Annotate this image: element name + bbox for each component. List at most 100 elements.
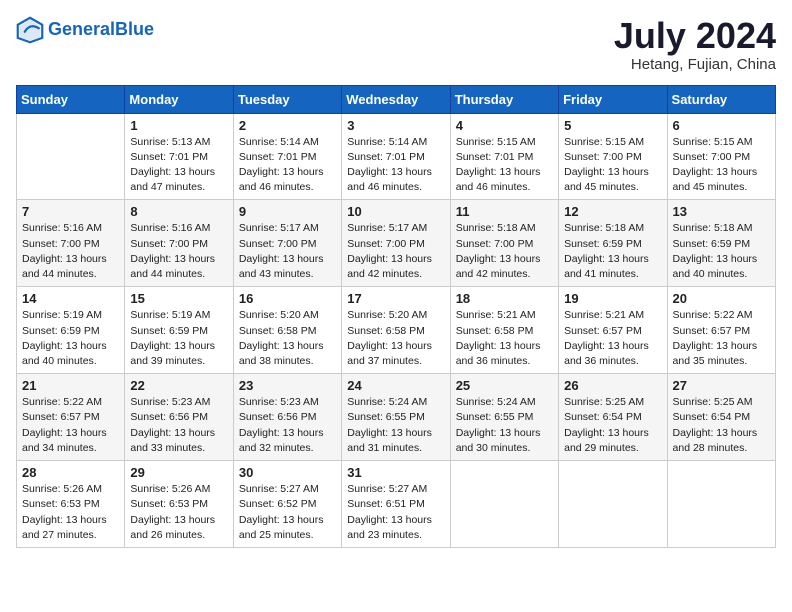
calendar-cell <box>450 461 558 548</box>
day-detail: Sunrise: 5:21 AMSunset: 6:58 PMDaylight:… <box>456 308 553 369</box>
calendar-cell: 3 Sunrise: 5:14 AMSunset: 7:01 PMDaylight… <box>342 113 450 200</box>
col-header-friday: Friday <box>559 85 667 113</box>
col-header-wednesday: Wednesday <box>342 85 450 113</box>
day-number: 21 <box>22 378 119 393</box>
logo-text-block: GeneralBlue <box>48 20 154 40</box>
calendar-week-row: 1 Sunrise: 5:13 AMSunset: 7:01 PMDaylight… <box>17 113 776 200</box>
calendar-cell: 17 Sunrise: 5:20 AMSunset: 6:58 PMDayligh… <box>342 287 450 374</box>
day-detail: Sunrise: 5:22 AMSunset: 6:57 PMDaylight:… <box>673 308 770 369</box>
day-detail: Sunrise: 5:24 AMSunset: 6:55 PMDaylight:… <box>347 395 444 456</box>
day-number: 27 <box>673 378 770 393</box>
day-detail: Sunrise: 5:17 AMSunset: 7:00 PMDaylight:… <box>347 221 444 282</box>
calendar-cell: 12 Sunrise: 5:18 AMSunset: 6:59 PMDayligh… <box>559 200 667 287</box>
day-detail: Sunrise: 5:14 AMSunset: 7:01 PMDaylight:… <box>347 135 444 196</box>
calendar-cell: 31 Sunrise: 5:27 AMSunset: 6:51 PMDayligh… <box>342 461 450 548</box>
day-number: 24 <box>347 378 444 393</box>
day-detail: Sunrise: 5:23 AMSunset: 6:56 PMDaylight:… <box>239 395 336 456</box>
day-detail: Sunrise: 5:25 AMSunset: 6:54 PMDaylight:… <box>564 395 661 456</box>
day-number: 5 <box>564 118 661 133</box>
calendar-cell: 14 Sunrise: 5:19 AMSunset: 6:59 PMDayligh… <box>17 287 125 374</box>
calendar-cell: 22 Sunrise: 5:23 AMSunset: 6:56 PMDayligh… <box>125 374 233 461</box>
calendar-cell: 15Sunrise: 5:19 AMSunset: 6:59 PMDayligh… <box>125 287 233 374</box>
day-detail: Sunrise: 5:16 AMSunset: 7:00 PMDaylight:… <box>22 221 119 282</box>
day-detail: Sunrise: 5:25 AMSunset: 6:54 PMDaylight:… <box>673 395 770 456</box>
col-header-saturday: Saturday <box>667 85 775 113</box>
calendar-cell: 28 Sunrise: 5:26 AMSunset: 6:53 PMDayligh… <box>17 461 125 548</box>
day-number: 6 <box>673 118 770 133</box>
calendar-cell: 4Sunrise: 5:15 AMSunset: 7:01 PMDaylight… <box>450 113 558 200</box>
calendar-week-row: 28 Sunrise: 5:26 AMSunset: 6:53 PMDayligh… <box>17 461 776 548</box>
day-number: 1 <box>130 118 227 133</box>
day-number: 3 <box>347 118 444 133</box>
day-detail: Sunrise: 5:27 AMSunset: 6:51 PMDaylight:… <box>347 482 444 543</box>
day-detail: Sunrise: 5:14 AMSunset: 7:01 PMDaylight:… <box>239 135 336 196</box>
day-number: 28 <box>22 465 119 480</box>
title-block: July 2024 Hetang, Fujian, China <box>614 16 776 73</box>
day-detail: Sunrise: 5:13 AMSunset: 7:01 PMDaylight:… <box>130 135 227 196</box>
day-detail: Sunrise: 5:23 AMSunset: 6:56 PMDaylight:… <box>130 395 227 456</box>
day-detail: Sunrise: 5:15 AMSunset: 7:01 PMDaylight:… <box>456 135 553 196</box>
calendar-cell <box>17 113 125 200</box>
logo-blue: Blue <box>115 19 154 39</box>
page-header: GeneralBlue July 2024 Hetang, Fujian, Ch… <box>16 16 776 73</box>
calendar-cell: 9Sunrise: 5:17 AMSunset: 7:00 PMDaylight… <box>233 200 341 287</box>
calendar-cell: 2 Sunrise: 5:14 AMSunset: 7:01 PMDaylight… <box>233 113 341 200</box>
day-detail: Sunrise: 5:26 AMSunset: 6:53 PMDaylight:… <box>22 482 119 543</box>
month-year-title: July 2024 <box>614 16 776 56</box>
logo-general: General <box>48 19 115 39</box>
day-detail: Sunrise: 5:18 AMSunset: 6:59 PMDaylight:… <box>564 221 661 282</box>
day-number: 31 <box>347 465 444 480</box>
day-number: 9 <box>239 204 336 219</box>
day-detail: Sunrise: 5:19 AMSunset: 6:59 PMDaylight:… <box>22 308 119 369</box>
calendar-week-row: 14 Sunrise: 5:19 AMSunset: 6:59 PMDayligh… <box>17 287 776 374</box>
day-detail: Sunrise: 5:24 AMSunset: 6:55 PMDaylight:… <box>456 395 553 456</box>
calendar-cell: 6Sunrise: 5:15 AMSunset: 7:00 PMDaylight… <box>667 113 775 200</box>
calendar-cell: 16 Sunrise: 5:20 AMSunset: 6:58 PMDayligh… <box>233 287 341 374</box>
calendar-cell: 21 Sunrise: 5:22 AMSunset: 6:57 PMDayligh… <box>17 374 125 461</box>
col-header-sunday: Sunday <box>17 85 125 113</box>
day-number: 14 <box>22 291 119 306</box>
calendar-week-row: 7 Sunrise: 5:16 AMSunset: 7:00 PMDaylight… <box>17 200 776 287</box>
day-number: 17 <box>347 291 444 306</box>
day-number: 18 <box>456 291 553 306</box>
calendar-cell: 25 Sunrise: 5:24 AMSunset: 6:55 PMDayligh… <box>450 374 558 461</box>
calendar-cell: 11 Sunrise: 5:18 AMSunset: 7:00 PMDayligh… <box>450 200 558 287</box>
day-number: 11 <box>456 204 553 219</box>
day-number: 16 <box>239 291 336 306</box>
calendar-cell: 7 Sunrise: 5:16 AMSunset: 7:00 PMDaylight… <box>17 200 125 287</box>
calendar-cell: 27 Sunrise: 5:25 AMSunset: 6:54 PMDayligh… <box>667 374 775 461</box>
calendar-cell: 10 Sunrise: 5:17 AMSunset: 7:00 PMDayligh… <box>342 200 450 287</box>
day-detail: Sunrise: 5:16 AMSunset: 7:00 PMDaylight:… <box>130 221 227 282</box>
calendar-cell: 19Sunrise: 5:21 AMSunset: 6:57 PMDayligh… <box>559 287 667 374</box>
day-number: 7 <box>22 204 119 219</box>
day-number: 20 <box>673 291 770 306</box>
day-number: 30 <box>239 465 336 480</box>
calendar-header-row: SundayMondayTuesdayWednesdayThursdayFrid… <box>17 85 776 113</box>
day-detail: Sunrise: 5:20 AMSunset: 6:58 PMDaylight:… <box>239 308 336 369</box>
day-number: 8 <box>130 204 227 219</box>
day-number: 12 <box>564 204 661 219</box>
logo: GeneralBlue <box>16 16 154 44</box>
day-detail: Sunrise: 5:20 AMSunset: 6:58 PMDaylight:… <box>347 308 444 369</box>
calendar-cell: 23Sunrise: 5:23 AMSunset: 6:56 PMDayligh… <box>233 374 341 461</box>
day-detail: Sunrise: 5:26 AMSunset: 6:53 PMDaylight:… <box>130 482 227 543</box>
calendar-cell <box>559 461 667 548</box>
calendar-cell: 26Sunrise: 5:25 AMSunset: 6:54 PMDayligh… <box>559 374 667 461</box>
calendar-cell <box>667 461 775 548</box>
calendar-cell: 30Sunrise: 5:27 AMSunset: 6:52 PMDayligh… <box>233 461 341 548</box>
day-detail: Sunrise: 5:22 AMSunset: 6:57 PMDaylight:… <box>22 395 119 456</box>
day-detail: Sunrise: 5:18 AMSunset: 7:00 PMDaylight:… <box>456 221 553 282</box>
col-header-monday: Monday <box>125 85 233 113</box>
day-number: 15 <box>130 291 227 306</box>
day-number: 25 <box>456 378 553 393</box>
day-number: 29 <box>130 465 227 480</box>
day-number: 22 <box>130 378 227 393</box>
day-detail: Sunrise: 5:15 AMSunset: 7:00 PMDaylight:… <box>564 135 661 196</box>
day-detail: Sunrise: 5:18 AMSunset: 6:59 PMDaylight:… <box>673 221 770 282</box>
calendar-cell: 18 Sunrise: 5:21 AMSunset: 6:58 PMDayligh… <box>450 287 558 374</box>
day-detail: Sunrise: 5:21 AMSunset: 6:57 PMDaylight:… <box>564 308 661 369</box>
day-number: 10 <box>347 204 444 219</box>
calendar-cell: 24 Sunrise: 5:24 AMSunset: 6:55 PMDayligh… <box>342 374 450 461</box>
day-number: 2 <box>239 118 336 133</box>
calendar-cell: 8 Sunrise: 5:16 AMSunset: 7:00 PMDaylight… <box>125 200 233 287</box>
